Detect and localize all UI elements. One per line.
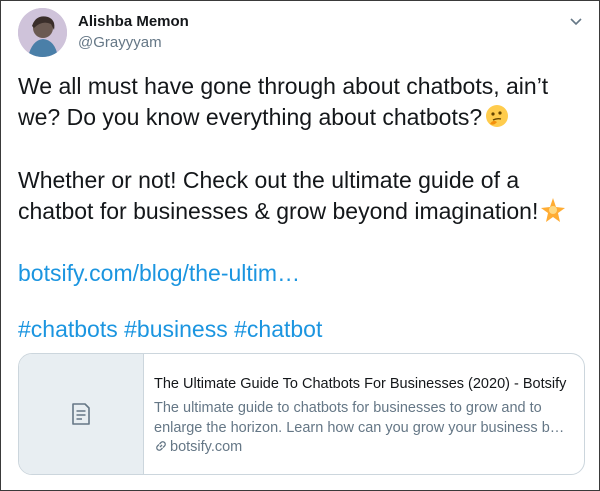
hashtag-link[interactable]: #chatbot	[234, 316, 322, 342]
thinking-face-icon	[484, 103, 510, 137]
tweet-text-line: We all must have gone through about chat…	[18, 73, 549, 99]
document-icon	[72, 403, 90, 425]
link-preview-card[interactable]: The Ultimate Guide To Chatbots For Busin…	[18, 353, 585, 475]
chevron-down-icon[interactable]	[566, 11, 586, 31]
glowing-star-icon	[540, 197, 566, 231]
link-icon	[156, 441, 166, 451]
card-domain: botsify.com	[154, 439, 242, 455]
author-handle[interactable]: @Grayyyam	[78, 34, 162, 51]
tweet-text-line: Whether or not! Check out the ultimate g…	[18, 167, 520, 193]
tweet-text-segment: chatbot for businesses & grow beyond ima…	[18, 198, 539, 224]
card-description: The ultimate guide to chatbots for busin…	[154, 398, 579, 438]
tweet-text-line: chatbot for businesses & grow beyond ima…	[18, 196, 566, 231]
hashtag-link[interactable]: #chatbots	[18, 316, 118, 342]
avatar[interactable]	[18, 8, 67, 57]
tweet-text-line: we? Do you know everything about chatbot…	[18, 102, 510, 137]
card-thumbnail	[19, 354, 144, 474]
card-description-line: The ultimate guide to chatbots for busin…	[154, 400, 542, 416]
tweet-link[interactable]: botsify.com/blog/the-ultim…	[18, 258, 300, 289]
tweet-text-segment: we? Do you know everything about chatbot…	[18, 104, 483, 130]
card-description-line: enlarge the horizon. Learn how can you g…	[154, 420, 565, 436]
hashtag-row: #chatbots #business #chatbot	[18, 314, 322, 345]
author-name[interactable]: Alishba Memon	[78, 13, 189, 30]
tweet-card: Alishba Memon @Grayyyam We all must have…	[0, 0, 600, 491]
hashtag-link[interactable]: #business	[124, 316, 228, 342]
card-title: The Ultimate Guide To Chatbots For Busin…	[154, 376, 567, 392]
card-domain-text: botsify.com	[170, 439, 243, 455]
